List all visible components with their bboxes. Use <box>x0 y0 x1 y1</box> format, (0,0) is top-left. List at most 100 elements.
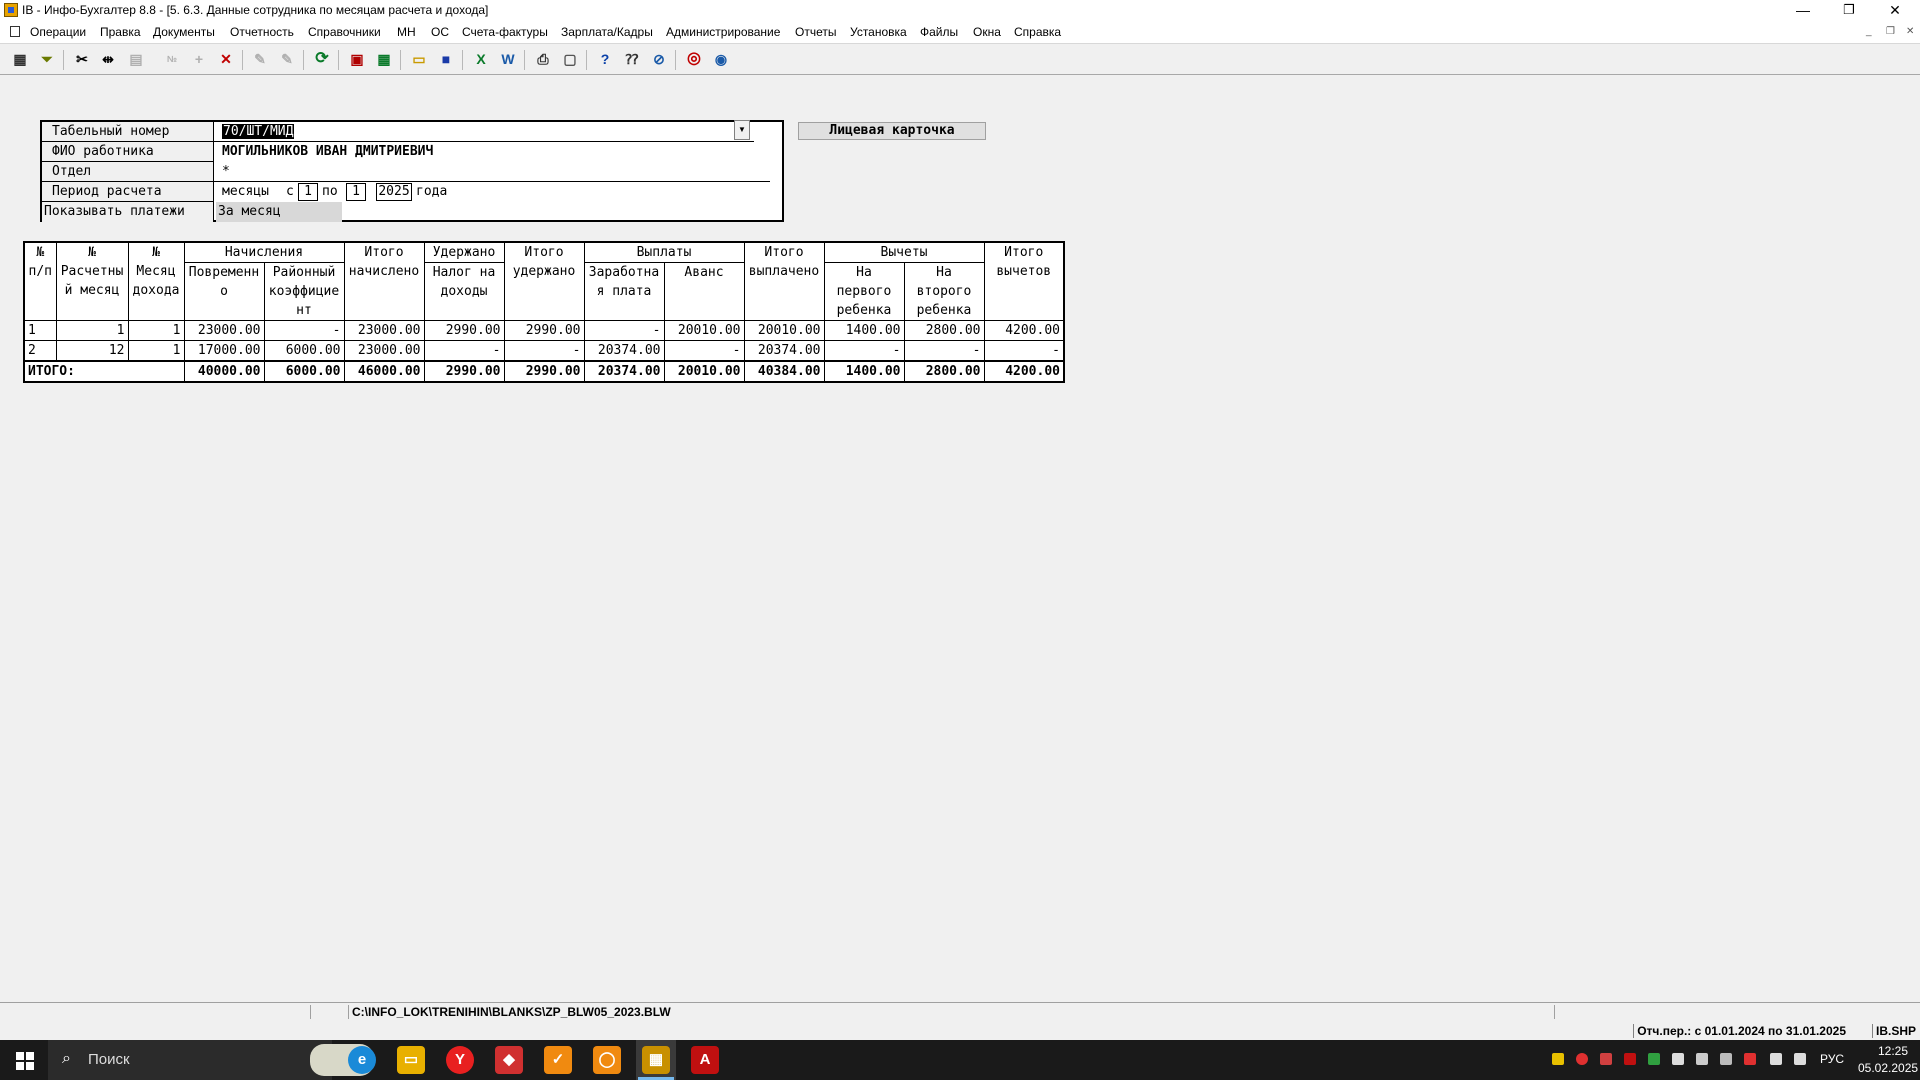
acrobat-icon[interactable]: A <box>691 1046 719 1074</box>
network-icon[interactable] <box>1770 1053 1782 1065</box>
open-folder-icon[interactable]: ▭ <box>409 49 429 69</box>
cut-icon[interactable]: ✂ <box>72 49 92 69</box>
menu-operations[interactable]: Операции <box>30 25 86 39</box>
menu-help[interactable]: Справка <box>1014 25 1061 39</box>
table-cell[interactable]: 20010.00 <box>663 320 745 341</box>
context-help-icon[interactable]: ⁇ <box>622 49 642 69</box>
period-to-input[interactable]: 1 <box>346 183 366 201</box>
menu-salary[interactable]: Зарплата/Кадры <box>561 25 653 39</box>
table-cell[interactable]: 20374.00 <box>743 340 825 362</box>
taskbar-search[interactable]: ⌕ Поиск <box>48 1040 374 1080</box>
yandex-icon[interactable]: Y <box>446 1046 474 1074</box>
table-cell[interactable]: 2990.00 <box>423 320 505 341</box>
table-cell[interactable]: 20010.00 <box>743 320 825 341</box>
tray-icon[interactable] <box>1744 1053 1756 1065</box>
search-app-icon[interactable]: ◯ <box>593 1046 621 1074</box>
tray-icon[interactable] <box>1720 1053 1732 1065</box>
tool2-icon[interactable]: ✎ <box>277 49 297 69</box>
mdi-close-icon[interactable]: ✕ <box>1906 26 1914 37</box>
menu-invoices[interactable]: Счета-фактуры <box>462 25 548 39</box>
table-row[interactable]: 2 12 1 17000.00 6000.00 23000.00 - - 203… <box>23 340 1065 362</box>
table-cell[interactable]: 1 <box>23 320 57 341</box>
minimize-button[interactable]: — <box>1780 0 1826 22</box>
table-cell[interactable]: - <box>903 340 985 362</box>
tray-icon[interactable] <box>1552 1053 1564 1065</box>
tab-number-value[interactable]: 70/ШТ/МИД <box>222 124 295 139</box>
compass-icon[interactable]: ⊘ <box>649 49 669 69</box>
anydesk-icon[interactable]: ◆ <box>495 1046 523 1074</box>
close-button[interactable]: ✕ <box>1872 0 1918 22</box>
table-cell[interactable]: 17000.00 <box>183 340 265 362</box>
table-cell[interactable]: 4200.00 <box>983 320 1065 341</box>
menu-windows[interactable]: Окна <box>973 25 1001 39</box>
globe-icon[interactable]: ◉ <box>711 49 731 69</box>
menu-directories[interactable]: Справочники <box>308 25 381 39</box>
tray-icon[interactable] <box>1696 1053 1708 1065</box>
table-cell[interactable]: 2 <box>23 340 57 362</box>
preview-icon[interactable]: ▢ <box>560 49 580 69</box>
table-cell[interactable]: 1 <box>127 340 185 362</box>
chevron-down-icon[interactable]: ▼ <box>734 120 750 140</box>
edge-icon[interactable]: e <box>348 1046 376 1074</box>
split-icon[interactable]: ⇹ <box>98 49 118 69</box>
tool-icon[interactable]: ✎ <box>250 49 270 69</box>
windows-start-icon[interactable] <box>0 1040 48 1080</box>
tray-icon[interactable] <box>1624 1053 1636 1065</box>
plus-icon[interactable]: + <box>189 49 209 69</box>
table-cell[interactable]: 20374.00 <box>583 340 665 362</box>
document-icon[interactable] <box>10 26 20 37</box>
paste-icon[interactable]: ▤ <box>126 49 146 69</box>
show-payments-select[interactable]: За месяц <box>216 202 342 222</box>
filter-icon[interactable]: ⏷ <box>37 49 57 69</box>
table-cell[interactable]: 1 <box>127 320 185 341</box>
table-cell[interactable]: - <box>583 320 665 341</box>
help-icon[interactable]: ? <box>595 49 615 69</box>
table-cell[interactable]: 12 <box>55 340 129 362</box>
explorer-icon[interactable]: ▭ <box>397 1046 425 1074</box>
tasks-icon[interactable]: ✓ <box>544 1046 572 1074</box>
department-input[interactable]: * <box>214 162 770 182</box>
clock-date[interactable]: 05.02.2025 <box>1858 1061 1918 1075</box>
tray-icon[interactable] <box>1648 1053 1660 1065</box>
table-cell[interactable]: - <box>983 340 1065 362</box>
lifebuoy-icon[interactable]: ◎ <box>684 49 704 69</box>
excel-icon[interactable]: X <box>471 49 491 69</box>
numbers-icon[interactable]: № <box>162 49 182 69</box>
table-cell[interactable]: 1 <box>55 320 129 341</box>
table-cell[interactable]: - <box>423 340 505 362</box>
table-cell[interactable]: 23000.00 <box>343 340 425 362</box>
table-cell[interactable]: - <box>823 340 905 362</box>
table-icon[interactable]: ▦ <box>10 49 30 69</box>
language-indicator[interactable]: РУС <box>1820 1052 1844 1066</box>
menu-os[interactable]: ОС <box>431 25 449 39</box>
table-cell[interactable]: - <box>263 320 345 341</box>
mdi-restore-icon[interactable]: ❐ <box>1886 26 1895 37</box>
table-cell[interactable]: 2800.00 <box>903 320 985 341</box>
period-year-input[interactable]: 2025 <box>376 183 412 201</box>
personal-card-button[interactable]: Лицевая карточка <box>798 122 986 140</box>
menu-mn[interactable]: МН <box>397 25 416 39</box>
menu-reporting[interactable]: Отчетность <box>230 25 294 39</box>
volume-icon[interactable] <box>1794 1053 1806 1065</box>
print-icon[interactable]: ⎙ <box>533 49 553 69</box>
table-cell[interactable]: - <box>503 340 585 362</box>
infobuh-icon[interactable]: ▦ <box>642 1046 670 1074</box>
menu-documents[interactable]: Документы <box>153 25 215 39</box>
menu-files[interactable]: Файлы <box>920 25 958 39</box>
table-row[interactable]: 1 1 1 23000.00 - 23000.00 2990.00 2990.0… <box>23 320 1065 341</box>
tray-icon[interactable] <box>1600 1053 1612 1065</box>
delete-icon[interactable]: ✕ <box>216 49 236 69</box>
table-cell[interactable]: 23000.00 <box>343 320 425 341</box>
tab-number-input[interactable]: 70/ШТ/МИД <box>214 122 754 142</box>
menu-reports[interactable]: Отчеты <box>795 25 836 39</box>
table-cell[interactable]: - <box>663 340 745 362</box>
mdi-minimize-icon[interactable]: _ <box>1866 26 1872 37</box>
save-icon[interactable]: ■ <box>436 49 456 69</box>
menu-edit[interactable]: Правка <box>100 25 141 39</box>
table-cell[interactable]: 1400.00 <box>823 320 905 341</box>
tray-icon[interactable] <box>1576 1053 1588 1065</box>
word-icon[interactable]: W <box>498 49 518 69</box>
menu-setup[interactable]: Установка <box>850 25 907 39</box>
pdf-icon[interactable]: ▣ <box>347 49 367 69</box>
calc-icon[interactable]: ▦ <box>374 49 394 69</box>
